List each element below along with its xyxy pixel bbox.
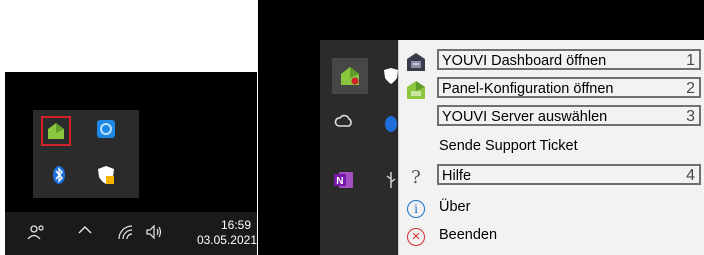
menu-item-label: YOUVI Dashboard öffnen bbox=[442, 53, 607, 69]
help-glyph: ? bbox=[411, 166, 421, 188]
menu-item-label: YOUVI Server auswählen bbox=[442, 109, 608, 125]
annotation-number: 1 bbox=[686, 52, 695, 69]
annotation-box: YOUVI Server auswählen 3 bbox=[437, 105, 701, 126]
annotation-box: YOUVI Dashboard öffnen 1 bbox=[437, 49, 701, 70]
people-icon[interactable] bbox=[27, 224, 45, 245]
windows-security-icon[interactable] bbox=[95, 164, 117, 186]
youvi-app-icon[interactable] bbox=[332, 58, 368, 94]
annotation-box: Hilfe 4 bbox=[437, 164, 701, 185]
menu-item-label: Panel-Konfiguration öffnen bbox=[442, 81, 614, 97]
annotation-number: 4 bbox=[686, 167, 695, 184]
annotation-number: 3 bbox=[686, 108, 695, 125]
left-screenshot-panel: 16:59 03.05.2021 bbox=[5, 72, 257, 255]
youvi-dashboard-icon bbox=[405, 51, 427, 73]
menu-item-panel-config[interactable]: Panel-Konfiguration öffnen 2 bbox=[399, 76, 704, 104]
taskbar: 16:59 03.05.2021 bbox=[5, 212, 257, 255]
taskbar-clock[interactable]: 16:59 03.05.2021 bbox=[169, 218, 257, 248]
tray-overflow-flyout: N bbox=[320, 40, 402, 255]
menu-item-dashboard[interactable]: YOUVI Dashboard öffnen 1 bbox=[399, 48, 704, 76]
menu-item-about[interactable]: i Über bbox=[399, 195, 704, 223]
bluetooth-icon[interactable] bbox=[48, 164, 70, 186]
menu-item-help[interactable]: ? Hilfe 4 bbox=[399, 163, 704, 191]
info-icon: i bbox=[405, 198, 427, 220]
exit-icon: × bbox=[405, 226, 427, 248]
menu-item-support-ticket[interactable]: Sende Support Ticket bbox=[399, 134, 704, 162]
youvi-context-menu: YOUVI Dashboard öffnen 1 Panel-Konfigura… bbox=[398, 40, 704, 255]
clock-date: 03.05.2021 bbox=[196, 233, 257, 247]
chevron-up-icon[interactable] bbox=[77, 222, 93, 243]
info-glyph: i bbox=[407, 200, 425, 218]
tray-overflow-flyout bbox=[33, 110, 139, 198]
menu-item-label: Beenden bbox=[439, 227, 498, 243]
youvi-app-icon[interactable] bbox=[41, 116, 71, 146]
exit-glyph: × bbox=[407, 228, 425, 246]
clock-time: 16:59 bbox=[220, 218, 251, 232]
menu-item-exit[interactable]: × Beenden bbox=[399, 223, 704, 251]
menu-item-label: Über bbox=[439, 199, 471, 215]
svg-text:N: N bbox=[336, 176, 343, 187]
menu-item-server-select[interactable]: YOUVI Server auswählen 3 bbox=[399, 104, 704, 132]
network-icon[interactable] bbox=[117, 224, 135, 245]
vpn-icon[interactable] bbox=[95, 118, 117, 140]
annotation-number: 2 bbox=[686, 80, 695, 97]
help-icon: ? bbox=[405, 166, 427, 188]
annotation-box: Panel-Konfiguration öffnen 2 bbox=[437, 77, 701, 98]
onenote-icon[interactable]: N bbox=[332, 168, 356, 192]
volume-icon[interactable] bbox=[145, 224, 163, 245]
creative-cloud-icon[interactable] bbox=[332, 110, 356, 134]
menu-item-label: Hilfe bbox=[442, 168, 472, 184]
menu-item-label: Sende Support Ticket bbox=[439, 138, 578, 154]
youvi-panel-icon bbox=[405, 79, 427, 101]
